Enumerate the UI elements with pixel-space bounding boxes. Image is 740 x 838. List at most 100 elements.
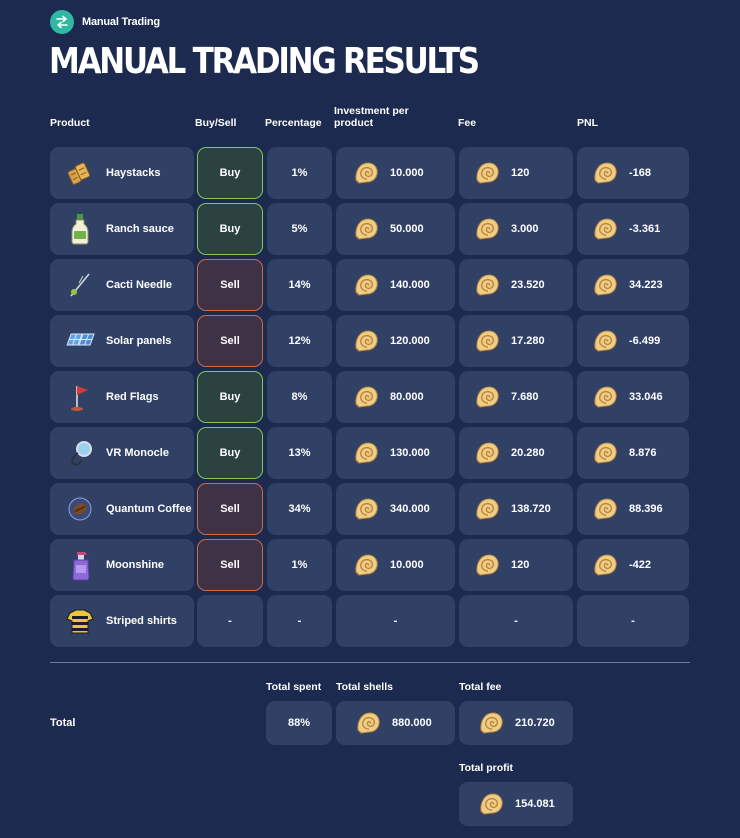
investment-value: - — [393, 615, 398, 627]
fee-value: 17.280 — [511, 335, 545, 347]
percentage-value: - — [297, 615, 302, 627]
fee-cell: 23.520 — [459, 259, 573, 311]
percentage-value: 1% — [291, 559, 308, 571]
side-cell: - — [197, 595, 263, 647]
pnl-value: -3.361 — [629, 223, 661, 235]
percentage-cell: 1% — [267, 147, 332, 199]
total-spent-value: 88% — [266, 701, 332, 745]
buy-button[interactable]: Buy — [197, 203, 263, 255]
spray-bottle-icon — [64, 549, 96, 581]
investment-cell: 120.000 — [336, 315, 455, 367]
side-label: Sell — [220, 559, 240, 571]
monocle-icon — [64, 437, 96, 469]
column-header-percentage: Percentage — [265, 117, 322, 129]
percentage-cell: 14% — [267, 259, 332, 311]
sell-button[interactable]: Sell — [197, 259, 263, 311]
column-header-pnl: PNL — [577, 117, 598, 129]
seashell-icon — [591, 159, 619, 187]
investment-cell: 50.000 — [336, 203, 455, 255]
pnl-value: -168 — [629, 167, 652, 179]
seashell-icon — [591, 215, 619, 243]
haystack-icon — [64, 157, 96, 189]
fee-cell: 120 — [459, 539, 573, 591]
sell-button[interactable]: Sell — [197, 483, 263, 535]
total-spent-text: 88% — [287, 717, 311, 729]
investment-value: 50.000 — [390, 223, 424, 235]
column-header-buy-sell: Buy/Sell — [195, 117, 237, 129]
product-cell: Solar panels — [50, 315, 194, 367]
fee-value: 23.520 — [511, 279, 545, 291]
pnl-cell: 88.396 — [577, 483, 689, 535]
sell-button[interactable]: Sell — [197, 539, 263, 591]
fee-cell: 3.000 — [459, 203, 573, 255]
seashell-icon — [473, 383, 501, 411]
solar-panel-icon — [64, 325, 96, 357]
side-label: Sell — [220, 279, 240, 291]
total-profit-label: Total profit — [459, 762, 514, 774]
product-name: VR Monocle — [106, 446, 169, 459]
trade-arrows-icon — [50, 10, 74, 34]
seashell-icon — [591, 271, 619, 299]
pnl-value: 8.876 — [629, 447, 657, 459]
pnl-cell: 33.046 — [577, 371, 689, 423]
buy-button[interactable]: Buy — [197, 371, 263, 423]
investment-cell: 10.000 — [336, 147, 455, 199]
seashell-icon — [352, 159, 380, 187]
sell-button[interactable]: Sell — [197, 315, 263, 367]
side-label: Buy — [219, 167, 241, 179]
fee-value: 7.680 — [511, 391, 539, 403]
column-header-fee: Fee — [458, 117, 477, 129]
total-fee-text: 210.720 — [515, 717, 555, 729]
product-name: Haystacks — [106, 166, 161, 179]
seashell-icon — [473, 327, 501, 355]
seashell-icon — [591, 551, 619, 579]
column-header-investment: Investment per product — [334, 105, 409, 129]
pnl-cell: 8.876 — [577, 427, 689, 479]
seashell-icon — [473, 159, 501, 187]
coffee-bean-icon — [64, 493, 96, 525]
seashell-icon — [473, 215, 501, 243]
percentage-cell: 8% — [267, 371, 332, 423]
pnl-cell: -168 — [577, 147, 689, 199]
percentage-value: 1% — [291, 167, 308, 179]
seashell-icon — [352, 327, 380, 355]
investment-cell: 130.000 — [336, 427, 455, 479]
product-name: Cacti Needle — [106, 278, 173, 291]
buy-button[interactable]: Buy — [197, 147, 263, 199]
pnl-value: -6.499 — [629, 335, 661, 347]
percentage-cell: 1% — [267, 539, 332, 591]
seashell-icon — [473, 439, 501, 467]
seashell-icon — [352, 439, 380, 467]
investment-value: 140.000 — [390, 279, 430, 291]
fee-cell: 7.680 — [459, 371, 573, 423]
product-name: Quantum Coffee — [106, 502, 192, 515]
seashell-icon — [352, 551, 380, 579]
investment-value: 10.000 — [390, 167, 424, 179]
seashell-icon — [473, 271, 501, 299]
buy-button[interactable]: Buy — [197, 427, 263, 479]
side-label: Sell — [220, 503, 240, 515]
percentage-cell: - — [267, 595, 332, 647]
sauce-bottle-icon — [64, 213, 96, 245]
total-shells-label: Total shells — [336, 681, 393, 693]
percentage-value: 8% — [291, 391, 308, 403]
page-title: MANUAL TRADING RESULTS — [49, 41, 480, 82]
seashell-icon — [477, 709, 505, 737]
fee-value: 120 — [511, 167, 530, 179]
fee-cell: 17.280 — [459, 315, 573, 367]
divider — [50, 662, 690, 663]
total-shells-text: 880.000 — [392, 717, 432, 729]
investment-value: 80.000 — [390, 391, 424, 403]
investment-value: 10.000 — [390, 559, 424, 571]
investment-cell: - — [336, 595, 455, 647]
investment-cell: 80.000 — [336, 371, 455, 423]
percentage-cell: 13% — [267, 427, 332, 479]
product-name: Striped shirts — [106, 614, 177, 627]
investment-cell: 10.000 — [336, 539, 455, 591]
pnl-value: 88.396 — [629, 503, 663, 515]
product-name: Moonshine — [106, 558, 165, 571]
needle-icon — [64, 269, 96, 301]
seashell-icon — [591, 495, 619, 523]
percentage-value: 12% — [288, 335, 311, 347]
product-cell: Red Flags — [50, 371, 194, 423]
